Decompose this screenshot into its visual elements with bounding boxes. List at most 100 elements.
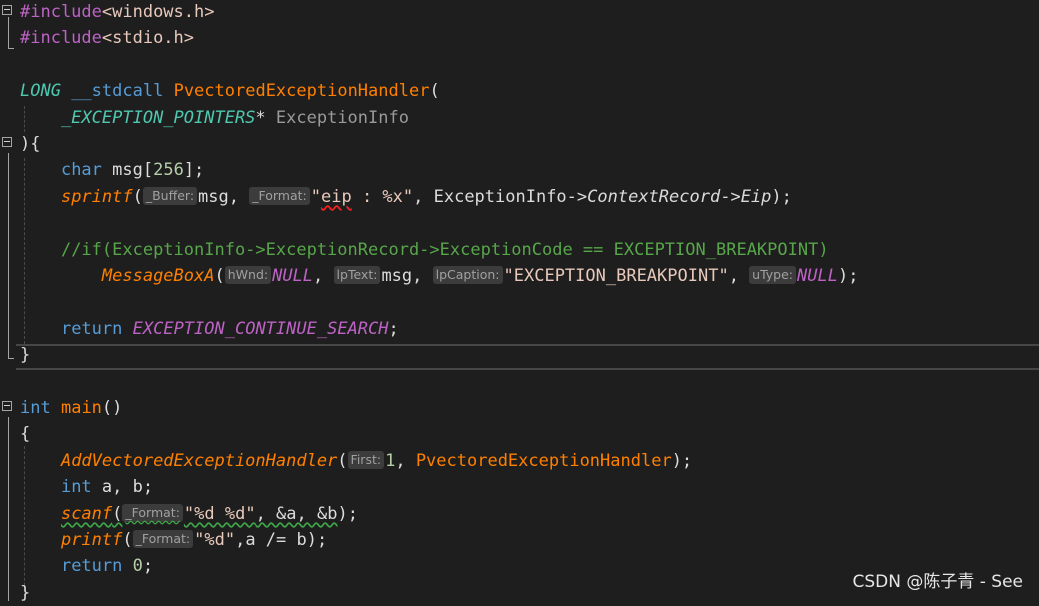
code-token: , ExceptionInfo-> bbox=[413, 186, 588, 207]
code-line[interactable]: #include<windows.h> bbox=[0, 0, 1039, 25]
code-token: ,a /= b); bbox=[235, 530, 328, 550]
code-token: ; bbox=[388, 318, 399, 339]
code-line[interactable]: ){ bbox=[0, 131, 1039, 157]
code-token: MessageBoxA bbox=[101, 266, 215, 286]
code-text: ){ bbox=[20, 131, 40, 157]
code-token: ( bbox=[132, 186, 143, 207]
code-line[interactable]: //if(ExceptionInfo->ExceptionRecord->Exc… bbox=[0, 237, 1039, 263]
code-token: "%d" bbox=[194, 530, 236, 550]
code-token: msg, bbox=[198, 186, 250, 207]
code-token: , &a, &b bbox=[255, 503, 338, 524]
fold-collapse-icon[interactable] bbox=[2, 137, 12, 147]
code-token: msg, bbox=[381, 266, 433, 286]
code-text: int main() bbox=[20, 395, 122, 421]
code-token: ( bbox=[112, 503, 123, 524]
code-line[interactable]: _EXCEPTION_POINTERS* ExceptionInfo bbox=[0, 105, 1039, 131]
code-token: ){ bbox=[20, 134, 41, 154]
code-text: MessageBoxA(hWnd: NULL, lpText: msg, lpCap… bbox=[20, 263, 858, 289]
code-line[interactable]: sprintf(_Buffer: msg, _Format: "eip : %x",… bbox=[0, 184, 1039, 210]
code-line[interactable]: #include<stdio.h> bbox=[0, 25, 1039, 51]
code-token: : %x" bbox=[351, 186, 414, 207]
code-line[interactable] bbox=[0, 210, 1039, 236]
code-token: ); bbox=[671, 450, 693, 471]
code-line[interactable] bbox=[0, 369, 1039, 395]
code-token: PvectoredExceptionHandler bbox=[415, 450, 672, 471]
code-text: #include<stdio.h> bbox=[20, 25, 194, 51]
code-token: return bbox=[60, 318, 123, 339]
code-line[interactable]: { bbox=[0, 421, 1039, 447]
code-text: int a, b; bbox=[20, 474, 153, 500]
code-token: main bbox=[60, 398, 102, 418]
code-line[interactable] bbox=[0, 52, 1039, 78]
code-line[interactable] bbox=[0, 289, 1039, 315]
code-token: ( bbox=[122, 530, 133, 550]
code-line[interactable]: return EXCEPTION_CONTINUE_SEARCH; bbox=[0, 316, 1039, 342]
code-token: ; bbox=[142, 556, 154, 577]
code-line[interactable]: } bbox=[0, 342, 1039, 368]
code-line[interactable]: AddVectoredExceptionHandler(First: 1, Pve… bbox=[0, 448, 1039, 474]
code-line[interactable]: int main() bbox=[0, 395, 1039, 421]
code-token: * bbox=[255, 107, 276, 128]
code-token: } bbox=[20, 582, 31, 603]
code-token: 1 bbox=[385, 450, 396, 471]
code-token: a, b; bbox=[91, 477, 154, 498]
code-token: 256 bbox=[153, 160, 184, 181]
code-text: printf(_Format: "%d",a /= b); bbox=[20, 527, 327, 553]
code-line[interactable]: printf(_Format: "%d",a /= b); bbox=[0, 527, 1039, 553]
code-line[interactable]: int a, b; bbox=[0, 474, 1039, 500]
code-token: printf bbox=[60, 530, 123, 550]
code-token: #include bbox=[20, 2, 102, 22]
code-token: eip bbox=[321, 186, 352, 207]
code-token: ); bbox=[771, 186, 792, 207]
code-line[interactable]: LONG __stdcall PvectoredExceptionHandler… bbox=[0, 78, 1039, 104]
code-token: , bbox=[313, 266, 334, 286]
code-text: } bbox=[20, 580, 30, 606]
code-token: ( bbox=[429, 81, 440, 102]
parameter-hint: uType: bbox=[749, 266, 797, 284]
code-line[interactable]: scanf(_Format: "%d %d", &a, &b); bbox=[0, 501, 1039, 527]
code-line[interactable]: char msg[256]; bbox=[0, 157, 1039, 183]
code-token: LONG bbox=[20, 81, 61, 102]
code-token: __stdcall bbox=[71, 81, 164, 102]
fold-collapse-icon[interactable] bbox=[2, 5, 12, 15]
code-text: LONG __stdcall PvectoredExceptionHandler… bbox=[20, 78, 440, 104]
code-token: , bbox=[728, 266, 750, 286]
code-editor[interactable]: #include<windows.h> #include<stdio.h> LONG… bbox=[0, 0, 1039, 603]
code-token: ( bbox=[337, 450, 348, 471]
code-text: return EXCEPTION_CONTINUE_SEARCH; bbox=[20, 316, 399, 342]
code-token: { bbox=[20, 424, 31, 445]
parameter-hint: First: bbox=[347, 450, 385, 469]
code-token: Eip bbox=[740, 186, 772, 207]
code-text: scanf(_Format: "%d %d", &a, &b); bbox=[20, 501, 358, 527]
code-token: msg[ bbox=[101, 160, 154, 181]
code-token: ContextRecord bbox=[587, 186, 721, 207]
parameter-hint: _Format: bbox=[132, 530, 194, 548]
code-token: NULL bbox=[797, 266, 838, 286]
code-token: return bbox=[60, 556, 123, 577]
code-text: return 0; bbox=[20, 553, 153, 579]
code-token: ]; bbox=[183, 160, 205, 181]
code-token: ExceptionInfo bbox=[275, 107, 409, 128]
code-line[interactable]: MessageBoxA(hWnd: NULL, lpText: msg, lpCap… bbox=[0, 263, 1039, 289]
code-token: 0 bbox=[132, 556, 143, 577]
code-token: ); bbox=[837, 266, 859, 286]
code-text: } bbox=[20, 342, 30, 368]
code-text: _EXCEPTION_POINTERS* ExceptionInfo bbox=[20, 105, 409, 131]
fold-collapse-icon[interactable] bbox=[2, 401, 12, 411]
code-token: () bbox=[101, 398, 123, 418]
code-text: { bbox=[20, 421, 30, 447]
code-token: AddVectoredExceptionHandler bbox=[60, 450, 338, 471]
code-token: PvectoredExceptionHandler bbox=[173, 81, 430, 102]
